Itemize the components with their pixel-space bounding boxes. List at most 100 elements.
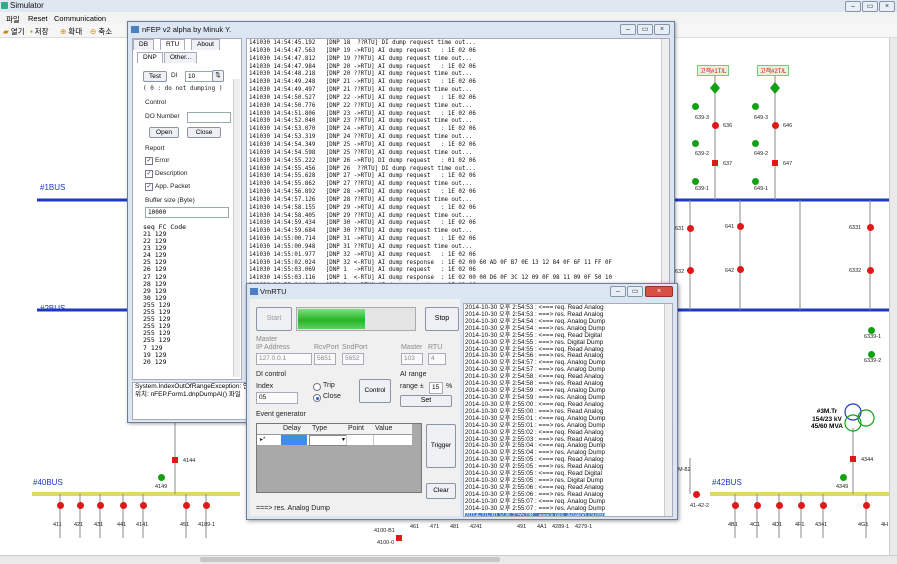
vmrtu-minimize-icon[interactable]: – (610, 286, 626, 297)
menu-communication[interactable]: Communication (54, 14, 106, 23)
breaker-4141[interactable] (140, 502, 147, 509)
switch-4100-0[interactable] (396, 535, 402, 541)
zoom-out-button[interactable]: ⊖ 축소 (90, 26, 112, 37)
breaker-451[interactable] (183, 502, 190, 509)
app-packet-checkbox[interactable]: ✓ (145, 183, 153, 191)
open-button[interactable]: ▰ 열기 (3, 26, 25, 37)
open-button[interactable]: Open (149, 127, 179, 138)
breaker-647[interactable] (772, 160, 778, 166)
tab-db[interactable]: DB (133, 39, 155, 50)
rcvport-input[interactable]: 5651 (314, 353, 336, 365)
description-checkbox[interactable]: ✓ (145, 170, 153, 178)
start-button[interactable]: Start (256, 307, 292, 331)
clear-button[interactable]: Clear (426, 483, 456, 499)
stop-button[interactable]: Stop (425, 307, 459, 331)
switch-649-3[interactable] (752, 103, 759, 110)
rtu-address-input[interactable]: 4 (428, 353, 446, 365)
buffer-size-input[interactable]: 10000 (145, 207, 229, 218)
vmrtu-log-scrollbar[interactable] (664, 304, 672, 516)
breaker-637[interactable] (712, 160, 718, 166)
minimize-icon[interactable]: – (845, 1, 861, 12)
switch-649-2[interactable] (752, 140, 759, 147)
vm-log-selected[interactable]: 2014-10-30 오후 2:55:08 : ===> res. Analog… (465, 512, 606, 516)
sndport-input[interactable]: 5652 (342, 353, 364, 365)
breaker-632[interactable] (687, 267, 694, 274)
switch-6339-2[interactable] (868, 351, 875, 358)
breaker-4c1[interactable] (754, 502, 761, 509)
window-title: Simulator (10, 1, 44, 10)
ip-address-input[interactable]: 127.0.0.1 (256, 353, 312, 365)
breaker-6331[interactable] (867, 224, 874, 231)
tab-rtu[interactable]: RTU (160, 39, 186, 50)
event-grid-row[interactable]: ▸* ▾ (257, 435, 412, 446)
breaker-4144[interactable] (172, 457, 178, 463)
subtab-dnp[interactable]: DNP (137, 52, 163, 63)
switch-639-3[interactable] (692, 103, 699, 110)
breaker-4f1[interactable] (798, 502, 805, 509)
nfep-maximize-icon[interactable]: ▭ (637, 24, 653, 35)
switch-639-1[interactable] (692, 178, 699, 185)
breaker-411[interactable] (57, 502, 64, 509)
breaker-646[interactable] (772, 122, 779, 129)
save-button[interactable]: ▪ 저장 (30, 26, 48, 37)
breaker-441[interactable] (120, 502, 127, 509)
close-radio[interactable] (313, 394, 321, 402)
vmrtu-log-panel[interactable]: 2014-10-30 오후 2:54:53 : <=== req. Read A… (463, 303, 673, 517)
trip-radio[interactable] (313, 383, 321, 391)
tab-about[interactable]: About (191, 39, 220, 50)
vmrtu-close-icon[interactable]: × (645, 286, 673, 297)
label-4289-1: 4289-1 (552, 524, 570, 530)
delay-cell[interactable] (281, 435, 307, 445)
breaker-642[interactable] (737, 266, 744, 273)
breaker-421[interactable] (77, 502, 84, 509)
rtu-address-label: RTU (428, 344, 443, 351)
breaker-431[interactable] (97, 502, 104, 509)
nfep-close-icon[interactable]: × (654, 24, 670, 35)
di-input[interactable]: 10 (185, 71, 213, 82)
switch-639-2[interactable] (692, 140, 699, 147)
point-cell[interactable] (346, 435, 373, 445)
breaker-4g1[interactable] (863, 502, 870, 509)
breaker-641[interactable] (737, 223, 744, 230)
close-icon[interactable]: × (879, 1, 895, 12)
vmrtu-maximize-icon[interactable]: ▭ (627, 286, 643, 297)
control-button[interactable]: Control (359, 379, 391, 403)
maximize-icon[interactable]: ▭ (862, 1, 878, 12)
switch-649-1[interactable] (752, 178, 759, 185)
nfep-minimize-icon[interactable]: – (620, 24, 636, 35)
subtab-other[interactable]: Other... (164, 52, 198, 63)
breaker-4344[interactable] (850, 456, 856, 462)
index-input[interactable]: 05 (256, 392, 298, 404)
breaker-636[interactable] (712, 122, 719, 129)
breaker-4d1[interactable] (776, 502, 783, 509)
menu-reset[interactable]: Reset (28, 14, 48, 23)
error-checkbox[interactable]: ✓ (145, 157, 153, 165)
switch-4349[interactable] (840, 474, 847, 481)
zoom-in-button[interactable]: ⊕ 확대 (60, 26, 82, 37)
breaker-4b1[interactable] (732, 502, 739, 509)
breaker-4341[interactable] (820, 502, 827, 509)
vmrtu-window[interactable]: VmRTU – ▭ × Start Stop Master IP Address… (246, 283, 678, 520)
value-cell[interactable] (373, 435, 408, 445)
canvas-vertical-scrollbar[interactable] (889, 38, 897, 555)
do-number-input[interactable] (187, 112, 231, 123)
test-button[interactable]: Test (143, 71, 167, 82)
di-stepper[interactable]: ⇅ (212, 70, 224, 82)
set-button[interactable]: Set (400, 395, 452, 407)
breaker-41-42[interactable] (693, 491, 700, 498)
range-input[interactable]: 15 (429, 382, 443, 394)
breaker-6332[interactable] (867, 267, 874, 274)
event-grid[interactable]: Delay Type Point Value ▸* ▾ (256, 423, 422, 493)
close-button[interactable]: Close (187, 127, 221, 138)
seq-list[interactable]: 21 129 22 129 23 129 24 129 25 129 26 129 27 1… (143, 230, 229, 366)
switch-4149[interactable] (158, 474, 165, 481)
master-address-input[interactable]: 103 (401, 353, 423, 365)
breaker-4189-1[interactable] (203, 502, 210, 509)
seq-scrollbar[interactable] (233, 79, 240, 377)
seq-row[interactable]: 20 129 (143, 358, 229, 366)
switch-6339-1[interactable] (868, 327, 875, 334)
scrollbar-thumb[interactable] (200, 557, 500, 562)
type-dropdown[interactable]: ▾ (309, 435, 347, 446)
breaker-631[interactable] (687, 225, 694, 232)
trigger-button[interactable]: Trigger (426, 424, 456, 468)
